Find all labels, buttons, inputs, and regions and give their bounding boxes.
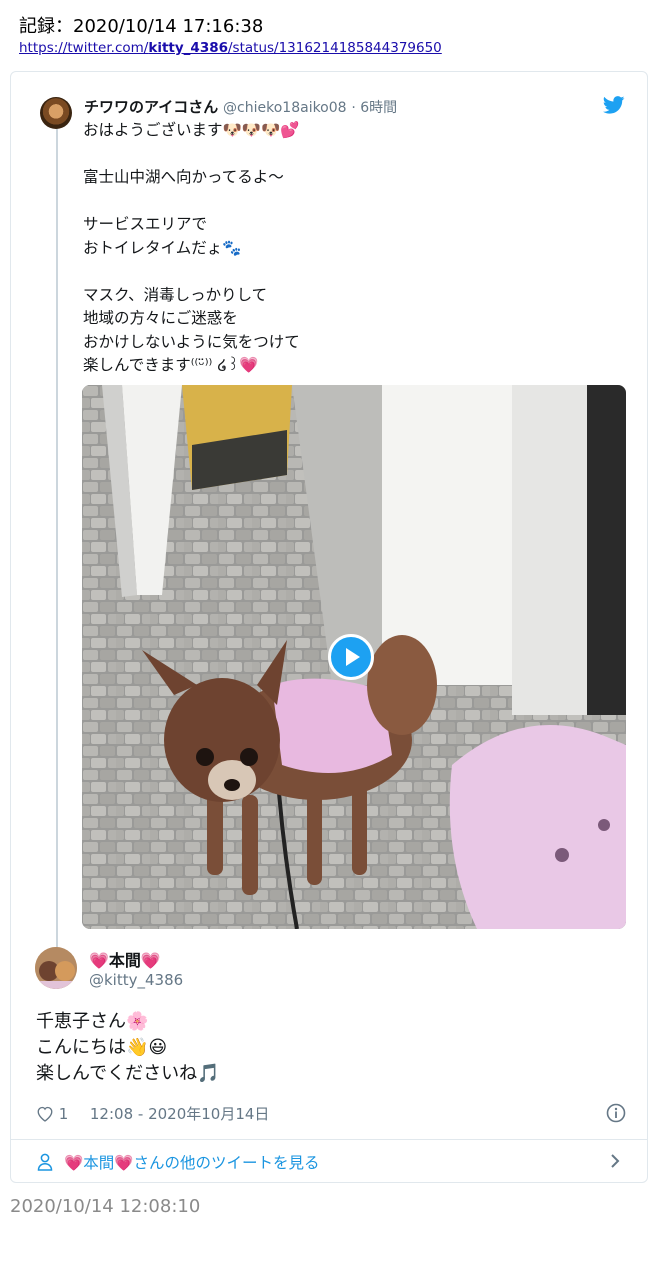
author-handle[interactable]: @chieko18aiko08 <box>223 100 347 116</box>
tweet-embed-card: チワワのアイコさん @chieko18aiko08 · 6時間 おはようございま… <box>10 71 648 1183</box>
tweet-line: おはようございます🐶🐶🐶💕 <box>83 121 300 139</box>
reply-author-avatar[interactable] <box>35 947 77 989</box>
reply-body: 千恵子さん🌸 こんにちは👋😃 楽しんでくださいね🎵 <box>36 1009 220 1087</box>
tweet-line: おかけしないように気をつけて <box>83 332 300 351</box>
source-link[interactable]: https://twitter.com/kitty_4386/status/13… <box>19 40 442 56</box>
video-thumbnail[interactable] <box>82 385 626 929</box>
reply-line: 楽しんでくださいね🎵 <box>36 1063 220 1084</box>
tweet-line: 地域の方々にご迷惑を <box>83 309 238 327</box>
more-tweets-label: 💗本間💗さんの他のツイートを見る <box>63 1154 320 1172</box>
tweet-time[interactable]: · 6時間 <box>351 100 397 116</box>
info-icon[interactable] <box>606 1103 626 1123</box>
divider <box>11 1139 647 1140</box>
reply-line: 千恵子さん🌸 <box>36 1011 149 1032</box>
twitter-logo-icon[interactable] <box>603 96 625 114</box>
tweet-line: サービスエリアで <box>83 215 208 233</box>
more-tweets-link[interactable]: 💗本間💗さんの他のツイートを見る <box>37 1151 320 1175</box>
like-heart-icon[interactable] <box>36 1105 54 1126</box>
author-name[interactable]: チワワのアイコさん <box>84 98 218 116</box>
tweet-header: チワワのアイコさん @chieko18aiko08 · 6時間 <box>84 96 397 117</box>
tweet-line: おトイレタイムだょ🐾 <box>83 238 242 257</box>
tweet-timestamp[interactable]: 12:08 - 2020年10月14日 <box>90 1105 270 1123</box>
thread-line <box>56 127 58 967</box>
tweet-meta: 1 12:08 - 2020年10月14日 <box>36 1103 269 1126</box>
play-icon <box>346 648 360 666</box>
like-count: 1 <box>58 1105 69 1123</box>
tweet-line: マスク、消毒しっかりして <box>83 285 268 304</box>
play-button[interactable] <box>328 634 374 680</box>
capture-time: 2020/10/14 12:08:10 <box>10 1196 201 1217</box>
tweet-line: 富士山中湖へ向かってるよ〜 <box>83 168 284 186</box>
record-title: 記録：2020/10/14 17:16:38 <box>19 16 264 37</box>
reply-author-handle[interactable]: @kitty_4386 <box>89 971 183 989</box>
author-avatar[interactable] <box>40 97 72 129</box>
chevron-right-icon[interactable] <box>609 1153 621 1169</box>
tweet-line: 楽しんできます⁽⁽ᵕ̈⁾⁾ ໒꒱💗 <box>83 356 259 374</box>
reply-line: こんにちは👋😃 <box>36 1037 168 1058</box>
tweet-body: おはようございます🐶🐶🐶💕 富士山中湖へ向かってるよ〜 サービスエリアで おトイ… <box>83 119 300 378</box>
reply-author-name[interactable]: 💗本間💗 <box>89 947 161 971</box>
person-icon <box>37 1153 53 1175</box>
